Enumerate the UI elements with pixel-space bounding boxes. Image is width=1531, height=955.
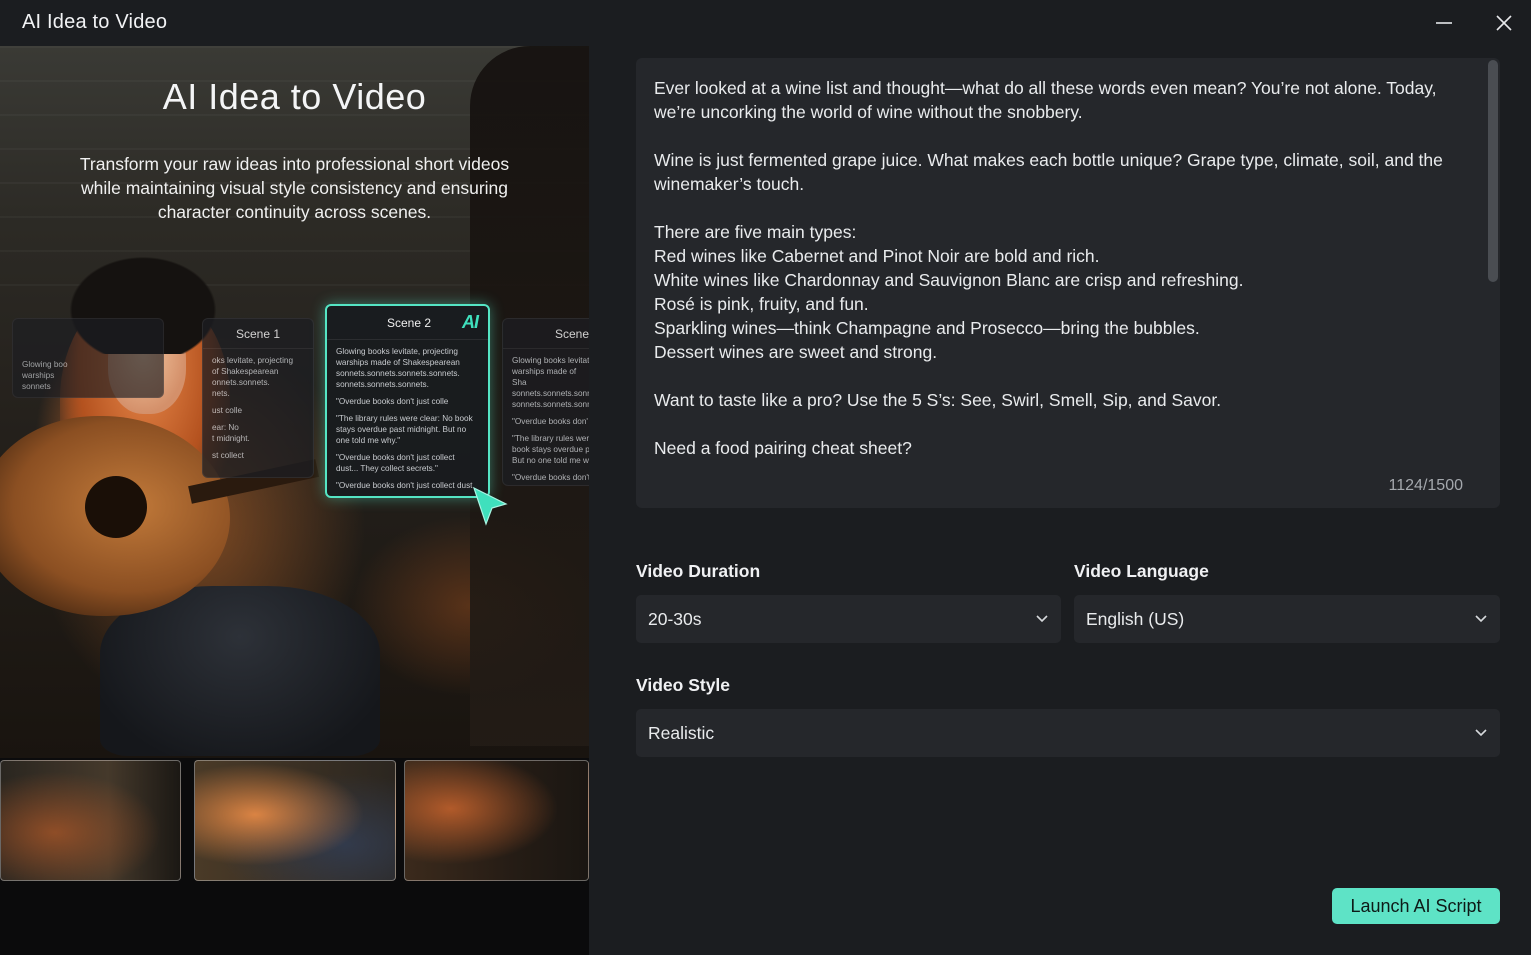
video-language-label: Video Language (1074, 561, 1209, 581)
card-line: sonnets.sonnets.sonn (512, 389, 589, 398)
hero-guitar-hole (85, 476, 147, 538)
card-line: ust colle (212, 406, 243, 415)
script-scrollbar[interactable] (1488, 60, 1498, 282)
scene-card-title: Scene 1 (203, 319, 313, 349)
card-line: nets. (212, 389, 230, 398)
card-line: oks levitate, projecting (212, 356, 294, 365)
card-line: Glowing boo (22, 360, 68, 369)
scene-card-1: Scene 1 oks levitate, projecting of Shak… (202, 318, 314, 478)
minimize-icon (1436, 22, 1452, 24)
character-counter: 1124/1500 (1388, 477, 1463, 494)
close-button[interactable] (1489, 8, 1519, 38)
video-duration-value: 20-30s (648, 608, 702, 629)
scene-card-preview-left: Glowing boo warships sonnets (12, 318, 164, 398)
cursor-pointer-icon (472, 486, 508, 526)
hero-title: AI Idea to Video (162, 76, 427, 117)
title-bar: AI Idea to Video (0, 0, 1531, 46)
card-line: But no one told me w (512, 456, 589, 465)
card-line: of Shakespearean (212, 367, 279, 376)
video-style-label: Video Style (636, 675, 731, 695)
scene-card-header: Scene 2 AI (327, 306, 488, 340)
thumbnail-scene-2[interactable] (194, 760, 396, 881)
ai-badge-icon: AI (462, 312, 479, 332)
script-text[interactable]: Ever looked at a wine list and thought—w… (654, 76, 1474, 460)
video-language-select[interactable]: English (US) (1074, 595, 1500, 643)
script-textarea[interactable]: Ever looked at a wine list and thought—w… (636, 58, 1500, 508)
card-line: Glowing books levitat (512, 356, 589, 365)
window-title: AI Idea to Video (22, 11, 168, 33)
card-line: st collect (212, 451, 244, 460)
card-line: "The library rules were clear: No book s… (336, 414, 473, 445)
video-duration-select[interactable]: 20-30s (636, 595, 1061, 643)
video-language-value: English (US) (1086, 608, 1185, 629)
card-line: "Overdue books don' (512, 417, 588, 426)
card-line: "Overdue books don't just colle (336, 397, 449, 406)
card-line: Glowing books levitate, projecting warsh… (336, 347, 460, 389)
scene-card-3: Scene Glowing books levitat warships mad… (502, 318, 589, 486)
card-line: "Overdue books don't just collect dust..… (336, 453, 455, 473)
thumbnail-scene-3[interactable] (404, 760, 589, 881)
scene-card-title: Scene 2 (387, 315, 432, 330)
card-line: sonnets.sonnets.sonn (512, 400, 589, 409)
chevron-down-icon (1475, 615, 1487, 623)
scene-card-title: Scene (503, 319, 589, 349)
card-line: ear: No (212, 423, 239, 432)
card-line: "Overdue books don't just collect dust (336, 481, 473, 490)
video-style-value: Realistic (648, 722, 715, 743)
chevron-down-icon (1475, 729, 1487, 737)
card-line: book stays overdue p (512, 445, 589, 454)
card-line: "Overdue books don't (512, 473, 589, 482)
launch-ai-script-button[interactable]: Launch AI Script (1332, 888, 1500, 924)
chevron-down-icon (1036, 615, 1048, 623)
card-line: t midnight. (212, 434, 250, 443)
card-line: warships made of Sha (512, 367, 577, 387)
video-style-select[interactable]: Realistic (636, 709, 1500, 757)
card-line: sonnets (22, 382, 51, 391)
card-line: warships (22, 371, 55, 380)
minimize-button[interactable] (1429, 8, 1459, 38)
card-line: "The library rules wer (512, 434, 589, 443)
close-icon (1496, 15, 1512, 31)
thumbnail-scene-1[interactable] (0, 760, 181, 881)
hero-subtitle: Transform your raw ideas into profession… (79, 154, 510, 222)
scene-card-2: Scene 2 AI Glowing books levitate, proje… (325, 304, 490, 498)
hero-panel: AI Idea to Video Transform your raw idea… (0, 46, 589, 955)
card-line: onnets.sonnets. (212, 378, 270, 387)
video-duration-label: Video Duration (636, 561, 761, 581)
